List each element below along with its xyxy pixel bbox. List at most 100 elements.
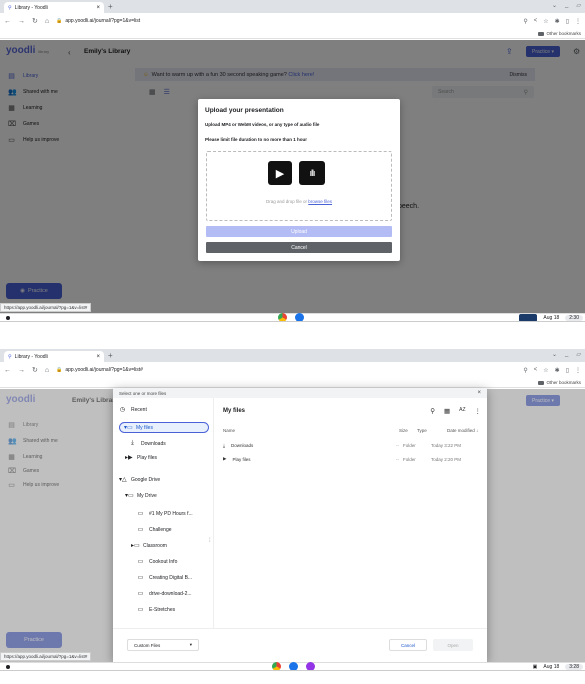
system-tray[interactable]: ▣ Aug 18 3:28 [533, 662, 583, 670]
nav-my-files[interactable]: ▾▭ My files [119, 422, 209, 433]
files-icon[interactable] [295, 313, 304, 321]
cancel-button[interactable]: Cancel [389, 639, 427, 651]
folder-icon: ▭ [137, 511, 144, 517]
new-tab-icon[interactable]: + [108, 2, 113, 11]
nav-drive-folder[interactable]: ▸▭ Classroom [131, 540, 167, 551]
browser-tab[interactable]: ⚲ Library - Yoodli × [4, 2, 104, 13]
extensions-icon[interactable]: ✱ [555, 367, 560, 374]
share-icon[interactable]: < [534, 18, 538, 25]
launcher-icon[interactable] [6, 316, 10, 320]
minimize-icon[interactable]: _ [565, 2, 568, 9]
forward-arrow-icon[interactable]: → [18, 367, 25, 374]
nav-recent[interactable]: ◷ Recent [119, 404, 147, 415]
tab-title: Library - Yoodli [14, 353, 48, 360]
search-icon[interactable]: ⚲ [523, 18, 527, 25]
nav-my-drive[interactable]: ▾▭ My Drive [125, 490, 157, 501]
home-icon[interactable]: ⌂ [45, 367, 49, 374]
nav-drive-folder[interactable]: ▭ #1 My PD Hours f... [137, 508, 193, 519]
profile-icon[interactable]: ⋮ [575, 18, 581, 25]
launcher-icon[interactable] [6, 665, 10, 669]
back-arrow-icon[interactable]: ← [4, 367, 11, 374]
more-icon[interactable]: ⋮ [475, 407, 482, 415]
column-header-date[interactable]: Date modified ↓ [447, 428, 478, 433]
close-icon[interactable]: × [477, 390, 481, 396]
nav-drive-folder[interactable]: ▭ drive-download-2... [137, 588, 192, 599]
drive-icon: ▾△ [119, 477, 127, 483]
maximize-icon[interactable]: ▱ [576, 351, 581, 358]
nav-drive-folder[interactable]: ▭ E-Stretches [137, 604, 175, 615]
file-list-pane: My files ⚲ ▦ AZ ⋮ Name Size Type Date mo… [213, 398, 487, 628]
other-bookmarks[interactable]: Other bookmarks [546, 31, 581, 36]
chrome-icon[interactable] [278, 313, 287, 321]
column-header-name[interactable]: Name [223, 428, 235, 433]
nav-drive-folder[interactable]: ▭ Cookout Info [137, 556, 178, 567]
chrome-icon[interactable] [272, 662, 281, 670]
folder-icon: ▭ [137, 575, 144, 581]
search-icon[interactable]: ⚲ [523, 367, 527, 374]
table-row[interactable]: ▶ Play files -- Folder Today 2:20 PM [223, 453, 481, 465]
close-icon[interactable]: × [96, 5, 100, 11]
url-text: app.yoodli.ai/journal/?pg=1&v=list# [65, 367, 143, 373]
star-icon[interactable]: ☆ [543, 18, 548, 25]
screenshot-upload-dialog: ⚲ Library - Yoodli × + ⌄ _ ▱ ← → ↻ ⌂ 🔒 ap… [0, 0, 585, 322]
sidepanel-icon[interactable]: ▯ [566, 367, 569, 374]
nav-google-drive[interactable]: ▾△ Google Drive [119, 474, 160, 485]
back-arrow-icon[interactable]: ← [4, 18, 11, 25]
chevron-down-icon[interactable]: ⌄ [552, 351, 557, 358]
audio-wave-icon: ıllı [299, 161, 325, 185]
column-header-size[interactable]: Size [399, 428, 408, 433]
folder-icon: ▭ [137, 527, 144, 533]
url-field[interactable]: 🔒 app.yoodli.ai/journal/?pg=1&v=list [56, 18, 140, 24]
system-tray[interactable]: Aug 18 2:30 [519, 313, 583, 321]
upload-button[interactable]: Upload [206, 226, 392, 237]
resize-handle-icon[interactable]: ⁞ [209, 538, 211, 544]
table-row[interactable]: ⤓ Downloads -- Folder Today 3:22 PM [223, 439, 481, 451]
window-controls: ⌄ _ ▱ [552, 351, 581, 358]
reload-icon[interactable]: ↻ [32, 366, 38, 374]
file-type-select[interactable]: Custom Files ▾ [127, 639, 199, 651]
chevron-down-icon: ▾ [189, 642, 192, 647]
share-icon[interactable]: < [534, 367, 538, 374]
avatar [519, 313, 538, 321]
column-header-type[interactable]: Type [417, 428, 427, 433]
new-tab-icon[interactable]: + [108, 351, 113, 360]
browse-files-link[interactable]: browse files [308, 199, 332, 204]
forward-arrow-icon[interactable]: → [18, 18, 25, 25]
profile-icon[interactable]: ⋮ [575, 367, 581, 374]
status-url: https://app.yoodli.ai/journal/?pg=1&v=li… [0, 652, 92, 661]
url-text: app.yoodli.ai/journal/?pg=1&v=list [65, 18, 141, 24]
home-icon[interactable]: ⌂ [45, 18, 49, 25]
maximize-icon[interactable]: ▱ [576, 2, 581, 9]
grid-view-icon[interactable]: ▦ [444, 407, 450, 415]
sort-icon[interactable]: AZ [459, 407, 465, 415]
folder-icon: ▸▭ [131, 543, 140, 549]
reload-icon[interactable]: ↻ [32, 17, 38, 25]
video-play-icon: ▶ [268, 161, 292, 185]
extensions-icon[interactable]: ✱ [555, 18, 560, 25]
nav-downloads[interactable]: ⤓ Downloads [129, 438, 166, 449]
cancel-button[interactable]: Cancel [206, 242, 392, 253]
open-button[interactable]: Open [433, 639, 473, 651]
nav-drive-folder[interactable]: ▭ Creating Digital B... [137, 572, 192, 583]
sidepanel-icon[interactable]: ▯ [566, 18, 569, 25]
lock-icon: 🔒 [56, 18, 63, 24]
minimize-icon[interactable]: _ [565, 351, 568, 358]
files-icon[interactable] [289, 662, 298, 670]
yoodli-favicon-icon: ⚲ [8, 4, 12, 11]
folder-icon: ▾▭ [125, 493, 134, 499]
folder-icon: ▭ [137, 607, 144, 613]
url-field[interactable]: 🔒 app.yoodli.ai/journal/?pg=1&v=list# [56, 367, 143, 373]
close-icon[interactable]: × [96, 354, 100, 360]
file-picker-caption: Select one or more files [119, 390, 167, 396]
other-bookmarks[interactable]: Other bookmarks [546, 380, 581, 385]
nav-play-files[interactable]: ▸▶ Play files [125, 452, 157, 463]
dialog-title: Upload your presentation [205, 107, 284, 114]
browser-tab[interactable]: ⚲ Library - Yoodli × [4, 351, 104, 362]
folder-icon [538, 31, 545, 36]
nav-drive-folder[interactable]: ▭ Challenge [137, 524, 172, 535]
search-icon[interactable]: ⚲ [430, 407, 435, 415]
file-picker-nav: ◷ Recent ▾▭ My files ⤓ Downloads ▸▶ Play fil… [113, 398, 213, 628]
star-icon[interactable]: ☆ [543, 367, 548, 374]
podcast-app-icon[interactable] [306, 662, 315, 670]
chevron-down-icon[interactable]: ⌄ [552, 2, 557, 9]
